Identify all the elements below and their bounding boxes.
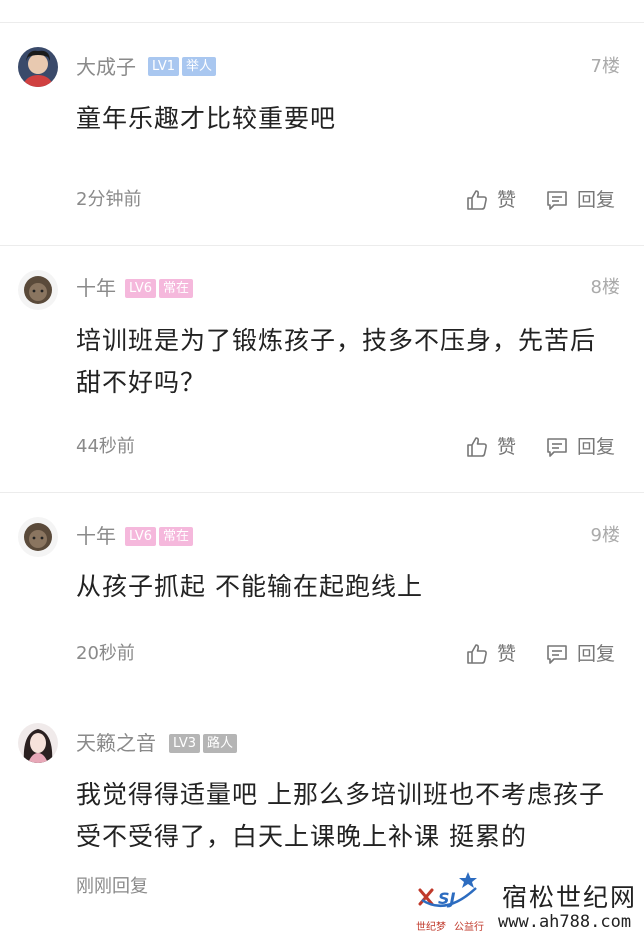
username[interactable]: 天籁之音	[76, 731, 156, 755]
thumbs-up-icon	[465, 188, 489, 212]
thumbs-up-icon	[465, 435, 489, 459]
user-badges: LV3 路人	[169, 734, 237, 753]
title-badge: 举人	[181, 57, 216, 76]
divider	[0, 492, 644, 493]
like-label: 赞	[497, 436, 517, 458]
comment-icon	[545, 642, 569, 666]
comment-text: 培训班是为了锻炼孩子，技多不压身，先苦后甜不好吗？	[76, 326, 597, 397]
avatar[interactable]	[18, 723, 58, 763]
reply-label: 回复	[577, 436, 616, 458]
like-button[interactable]: 赞	[465, 188, 516, 212]
floor-number: 8楼	[590, 277, 620, 298]
top-divider	[0, 22, 644, 23]
level-badge: LV6	[125, 527, 156, 546]
like-button[interactable]: 赞	[465, 642, 516, 666]
user-badges: LV6 常在	[125, 279, 193, 298]
reply-button[interactable]: 回复	[545, 642, 615, 666]
comment-time: 2分钟前	[76, 189, 142, 210]
watermark-slogan-2: 公益行	[454, 922, 484, 933]
floor-number: 9楼	[590, 525, 620, 546]
watermark-slogan-1: 世纪梦	[416, 922, 446, 933]
level-badge: LV1	[148, 57, 179, 76]
like-button[interactable]: 赞	[465, 435, 516, 459]
comment-text: 我觉得得适量吧 上那么多培训班也不考虑孩子受不受得了，白天上课晚上补课 挺累的	[76, 780, 605, 851]
logo-text: SJ	[438, 889, 456, 908]
user-badges: LV6 常在	[125, 527, 193, 546]
like-label: 赞	[497, 643, 517, 665]
comment-text: 从孩子抓起 不能输在起跑线上	[76, 572, 423, 601]
site-watermark: SJ 世纪梦 公益行 宿松世纪网 www.ah788.com	[412, 862, 644, 941]
reply-label: 回复	[577, 189, 616, 211]
username[interactable]: 十年	[76, 524, 116, 548]
watermark-url: www.ah788.com	[498, 912, 632, 932]
comment-time: 44秒前	[76, 436, 135, 457]
level-badge: LV6	[125, 279, 156, 298]
avatar[interactable]	[18, 517, 58, 557]
comment-text: 童年乐趣才比较重要吧	[76, 104, 337, 133]
avatar[interactable]	[18, 270, 58, 310]
title-badge: 常在	[158, 279, 193, 298]
title-badge: 路人	[202, 734, 237, 753]
reply-button[interactable]: 回复	[545, 188, 615, 212]
username[interactable]: 大成子	[76, 55, 136, 79]
comment-page: 大成子 LV1 举人 7楼 童年乐趣才比较重要吧 2分钟前 赞 回复 十年 LV…	[0, 0, 644, 941]
comment-icon	[545, 435, 569, 459]
divider	[0, 245, 644, 246]
comment-time: 20秒前	[76, 643, 135, 664]
comment-icon	[545, 188, 569, 212]
level-badge: LV3	[169, 734, 200, 753]
avatar[interactable]	[18, 47, 58, 87]
reply-label: 回复	[577, 643, 616, 665]
reply-button[interactable]: 回复	[545, 435, 615, 459]
username[interactable]: 十年	[76, 276, 116, 300]
watermark-title: 宿松世纪网	[502, 883, 638, 912]
user-badges: LV1 举人	[148, 57, 216, 76]
title-badge: 常在	[158, 527, 193, 546]
like-label: 赞	[497, 189, 517, 211]
floor-number: 7楼	[590, 56, 620, 77]
thumbs-up-icon	[465, 642, 489, 666]
comment-time: 刚刚回复	[76, 876, 148, 897]
